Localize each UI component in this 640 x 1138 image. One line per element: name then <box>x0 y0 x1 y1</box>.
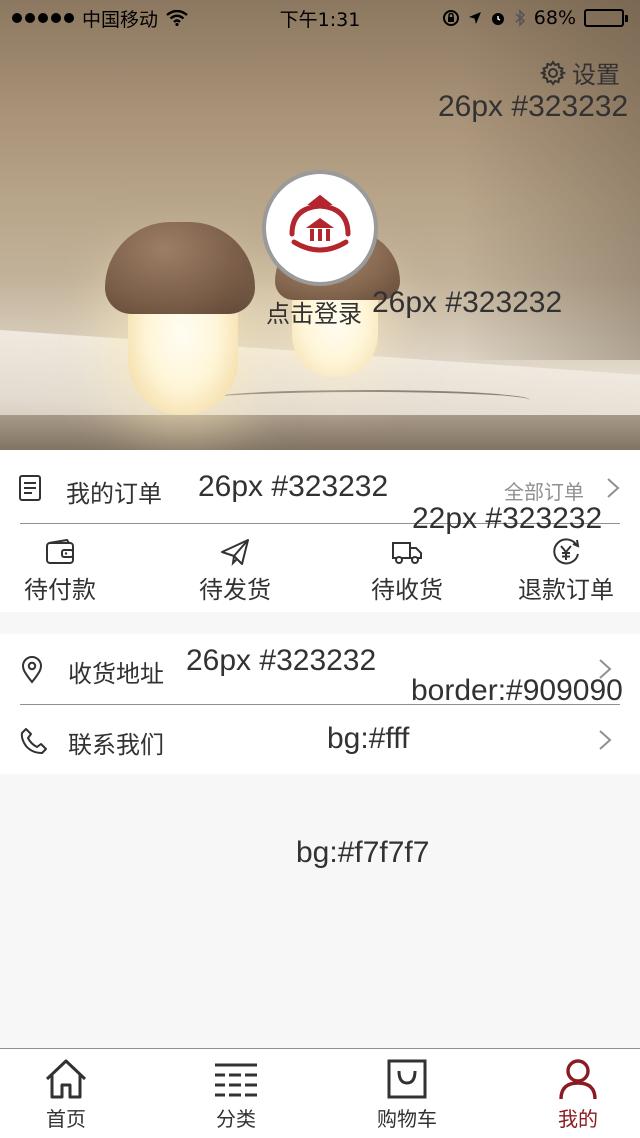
contact-row[interactable]: 联系我们 <box>0 705 640 775</box>
annotation-all-orders-spec: 22px #323232 <box>412 502 603 535</box>
background-lamp-cap <box>105 222 255 314</box>
tab-category[interactable]: 分类 <box>176 1057 296 1132</box>
order-document-icon <box>19 475 41 501</box>
status-pending-payment[interactable]: 待付款 <box>0 538 120 605</box>
tab-cart[interactable]: 购物车 <box>347 1057 467 1132</box>
status-awaiting-shipment[interactable]: 待发货 <box>175 538 295 605</box>
battery-icon <box>584 9 628 27</box>
carrier-name: 中国移动 <box>82 8 159 31</box>
status-label: 退款订单 <box>518 576 614 604</box>
background-cord <box>200 390 530 410</box>
rotation-lock-icon <box>442 10 459 26</box>
annotation-login-spec: 26px #323232 <box>372 286 563 319</box>
chevron-right-icon <box>599 730 612 750</box>
category-icon <box>215 1063 257 1097</box>
annotation-settings-spec: 26px #323232 <box>438 90 629 123</box>
contact-label: 联系我们 <box>68 731 164 759</box>
annotation-bg-page-spec: bg:#f7f7f7 <box>296 836 430 869</box>
settings-label: 设置 <box>572 61 620 89</box>
tab-label: 我的 <box>558 1107 598 1131</box>
battery-percent: 68% <box>533 7 576 29</box>
status-label: 待发货 <box>199 576 271 604</box>
refund-yen-icon <box>553 538 580 565</box>
my-orders-title: 我的订单 <box>66 480 162 508</box>
store-logo-icon <box>289 194 351 253</box>
home-icon <box>45 1059 87 1099</box>
tab-home[interactable]: 首页 <box>6 1057 126 1132</box>
tab-label: 分类 <box>216 1107 256 1131</box>
tab-bar: 首页 分类 购物车 我的 <box>0 1048 640 1138</box>
location-arrow-icon <box>468 12 481 24</box>
status-label: 待付款 <box>24 576 96 604</box>
wifi-icon <box>166 10 188 26</box>
user-icon <box>559 1059 597 1100</box>
status-time: 下午1:31 <box>279 8 361 31</box>
status-bar: 中国移动 下午1:31 68% <box>0 0 640 36</box>
annotation-bg-white-spec: bg:#fff <box>327 722 410 755</box>
background-table-edge <box>0 415 640 450</box>
phone-icon <box>20 728 47 754</box>
truck-icon <box>392 542 422 564</box>
bluetooth-icon <box>515 9 525 27</box>
settings-button[interactable]: 设置 <box>540 55 620 90</box>
all-orders-link[interactable]: 全部订单 <box>504 476 584 505</box>
tab-label: 首页 <box>46 1107 86 1131</box>
location-pin-icon <box>21 656 43 684</box>
chevron-right-icon <box>607 478 620 498</box>
annotation-address-spec: 26px #323232 <box>186 644 377 677</box>
annotation-orders-spec: 26px #323232 <box>198 470 389 503</box>
gear-icon <box>540 59 566 86</box>
avatar[interactable] <box>262 170 378 286</box>
login-link[interactable]: 点击登录 <box>266 294 362 329</box>
status-label: 待收货 <box>371 576 443 604</box>
order-status-row: 待付款 待发货 待收货 退款订单 <box>0 538 640 612</box>
status-awaiting-receipt[interactable]: 待收货 <box>347 538 467 605</box>
address-label: 收货地址 <box>68 660 164 688</box>
paper-plane-icon <box>221 539 249 566</box>
wallet-icon <box>46 538 74 564</box>
annotation-border-spec: border:#909090 <box>411 674 623 707</box>
status-refund[interactable]: 退款订单 <box>506 538 626 605</box>
signal-icon <box>12 13 74 23</box>
tab-label: 购物车 <box>377 1107 437 1131</box>
alarm-icon <box>491 13 504 25</box>
shopping-bag-icon <box>387 1059 427 1099</box>
tab-mine[interactable]: 我的 <box>518 1057 638 1132</box>
